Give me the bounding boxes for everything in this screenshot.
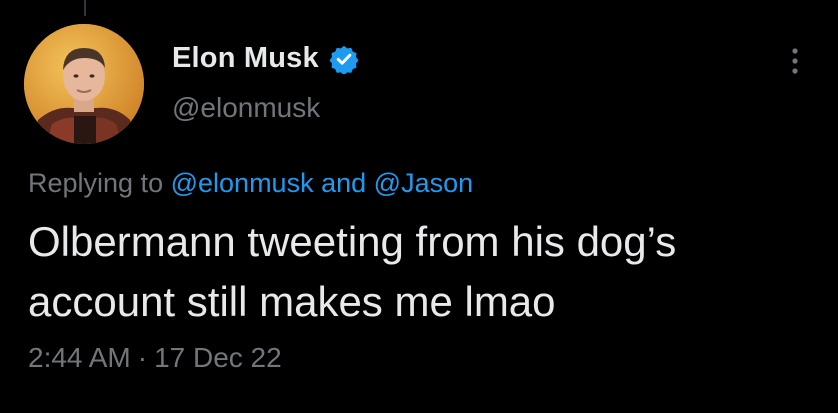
tweet-time[interactable]: 2:44 AM bbox=[28, 342, 131, 373]
tweet-text: Olbermann tweeting from his dog’s accoun… bbox=[28, 212, 818, 332]
tweet-text-line: account still makes me lmao bbox=[28, 278, 556, 325]
tweet-text-line: Olbermann tweeting from his dog’s bbox=[28, 218, 677, 265]
verified-badge-icon[interactable] bbox=[329, 44, 359, 74]
replying-to-prefix: Replying to bbox=[28, 168, 164, 198]
author-display-name[interactable]: Elon Musk bbox=[172, 42, 319, 75]
mention-conjunction[interactable]: and bbox=[321, 168, 366, 198]
avatar-photo-icon bbox=[24, 24, 144, 144]
mention-link[interactable]: @elonmusk bbox=[171, 168, 314, 198]
tweet-timestamp: 2:44 AM · 17 Dec 22 bbox=[28, 342, 282, 374]
author-name-row: Elon Musk bbox=[172, 42, 359, 75]
author-handle[interactable]: @elonmusk bbox=[172, 92, 320, 124]
avatar[interactable] bbox=[24, 24, 144, 144]
more-options-icon[interactable] bbox=[780, 44, 810, 78]
mention-link[interactable]: @Jason bbox=[374, 168, 473, 198]
meta-separator: · bbox=[137, 342, 148, 373]
thread-connector-line bbox=[84, 0, 86, 16]
replying-to-line: Replying to @elonmusk and @Jason bbox=[28, 168, 473, 199]
tweet-date[interactable]: 17 Dec 22 bbox=[154, 342, 282, 373]
